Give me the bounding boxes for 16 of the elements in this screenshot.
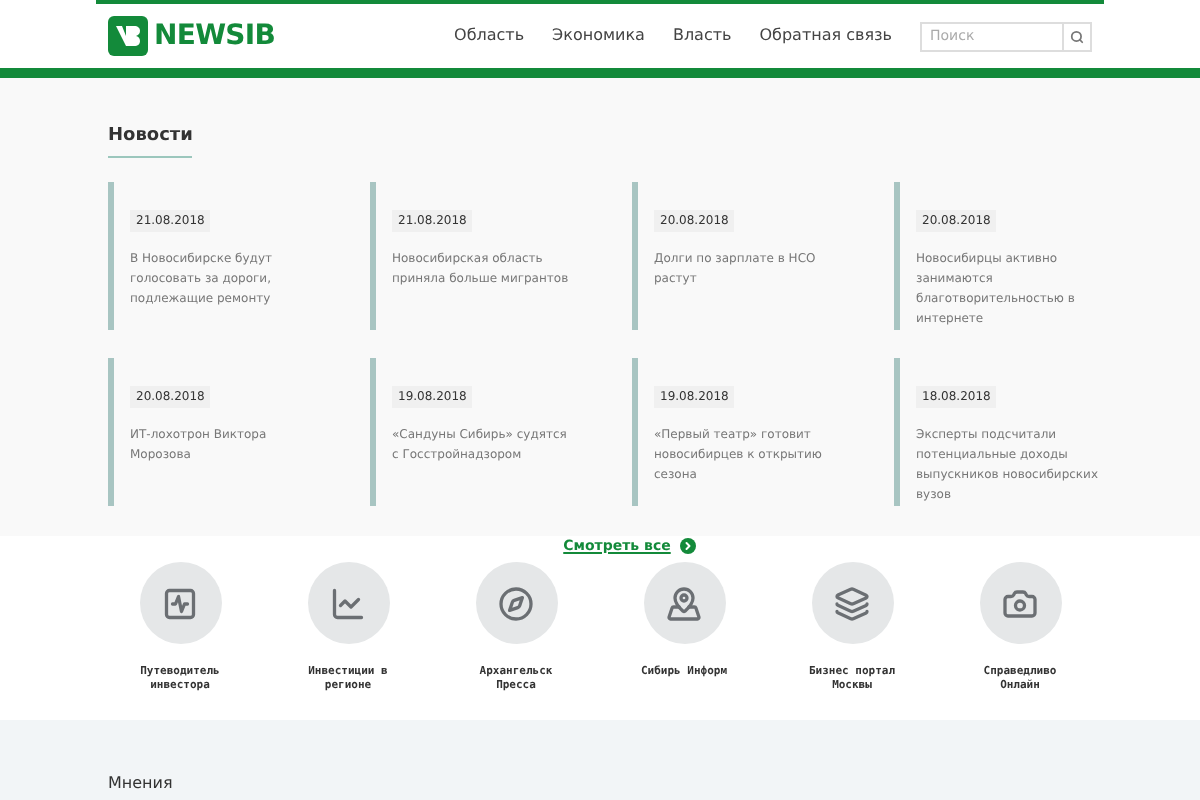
logo-text: NEWSIB — [154, 17, 276, 55]
nav-link[interactable]: Экономика — [552, 24, 645, 48]
nav-link[interactable]: Область — [454, 24, 525, 48]
map-pin-icon — [666, 585, 702, 621]
nav-link[interactable]: Обратная связь — [759, 24, 892, 48]
layers-icon — [834, 585, 870, 621]
section-title: Мнения — [108, 772, 173, 800]
camera-icon — [1002, 585, 1038, 621]
search-button[interactable] — [1064, 21, 1092, 51]
chart-icon — [162, 585, 198, 621]
section-title: Новости — [108, 124, 193, 157]
compass-icon — [498, 585, 534, 621]
search-icon — [1070, 29, 1084, 43]
trend-chart-icon — [330, 585, 366, 621]
logo-icon — [108, 16, 148, 56]
nav-link[interactable]: Власть — [672, 24, 732, 48]
